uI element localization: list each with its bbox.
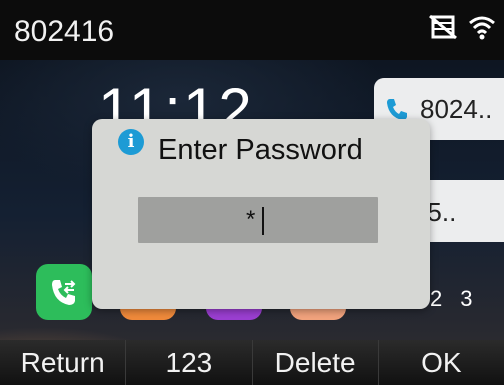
return-button[interactable]: Return [0, 340, 127, 385]
page-number[interactable]: 3 [460, 286, 472, 312]
dialog-title: Enter Password [158, 134, 363, 166]
password-value: * [246, 206, 256, 233]
status-icons [428, 14, 496, 40]
call-transfer-app[interactable] [36, 264, 92, 320]
line-key-label: 8024.. [420, 94, 493, 124]
call-transfer-icon [52, 280, 76, 305]
info-icon: i [118, 129, 144, 155]
softkey-bar: Return 123 Delete OK [0, 340, 504, 385]
input-mode-button[interactable]: 123 [126, 340, 253, 385]
page-number[interactable]: 2 [430, 286, 442, 312]
password-dialog: i Enter Password * [92, 119, 430, 309]
ok-button[interactable]: OK [378, 340, 504, 385]
delete-button[interactable]: Delete [252, 340, 379, 385]
account-number: 802416 [14, 15, 115, 48]
wifi-icon [469, 16, 495, 40]
network-off-icon [429, 14, 457, 40]
status-bar: 802416 [0, 0, 504, 60]
password-input[interactable]: * [138, 197, 378, 243]
text-caret [262, 207, 264, 235]
